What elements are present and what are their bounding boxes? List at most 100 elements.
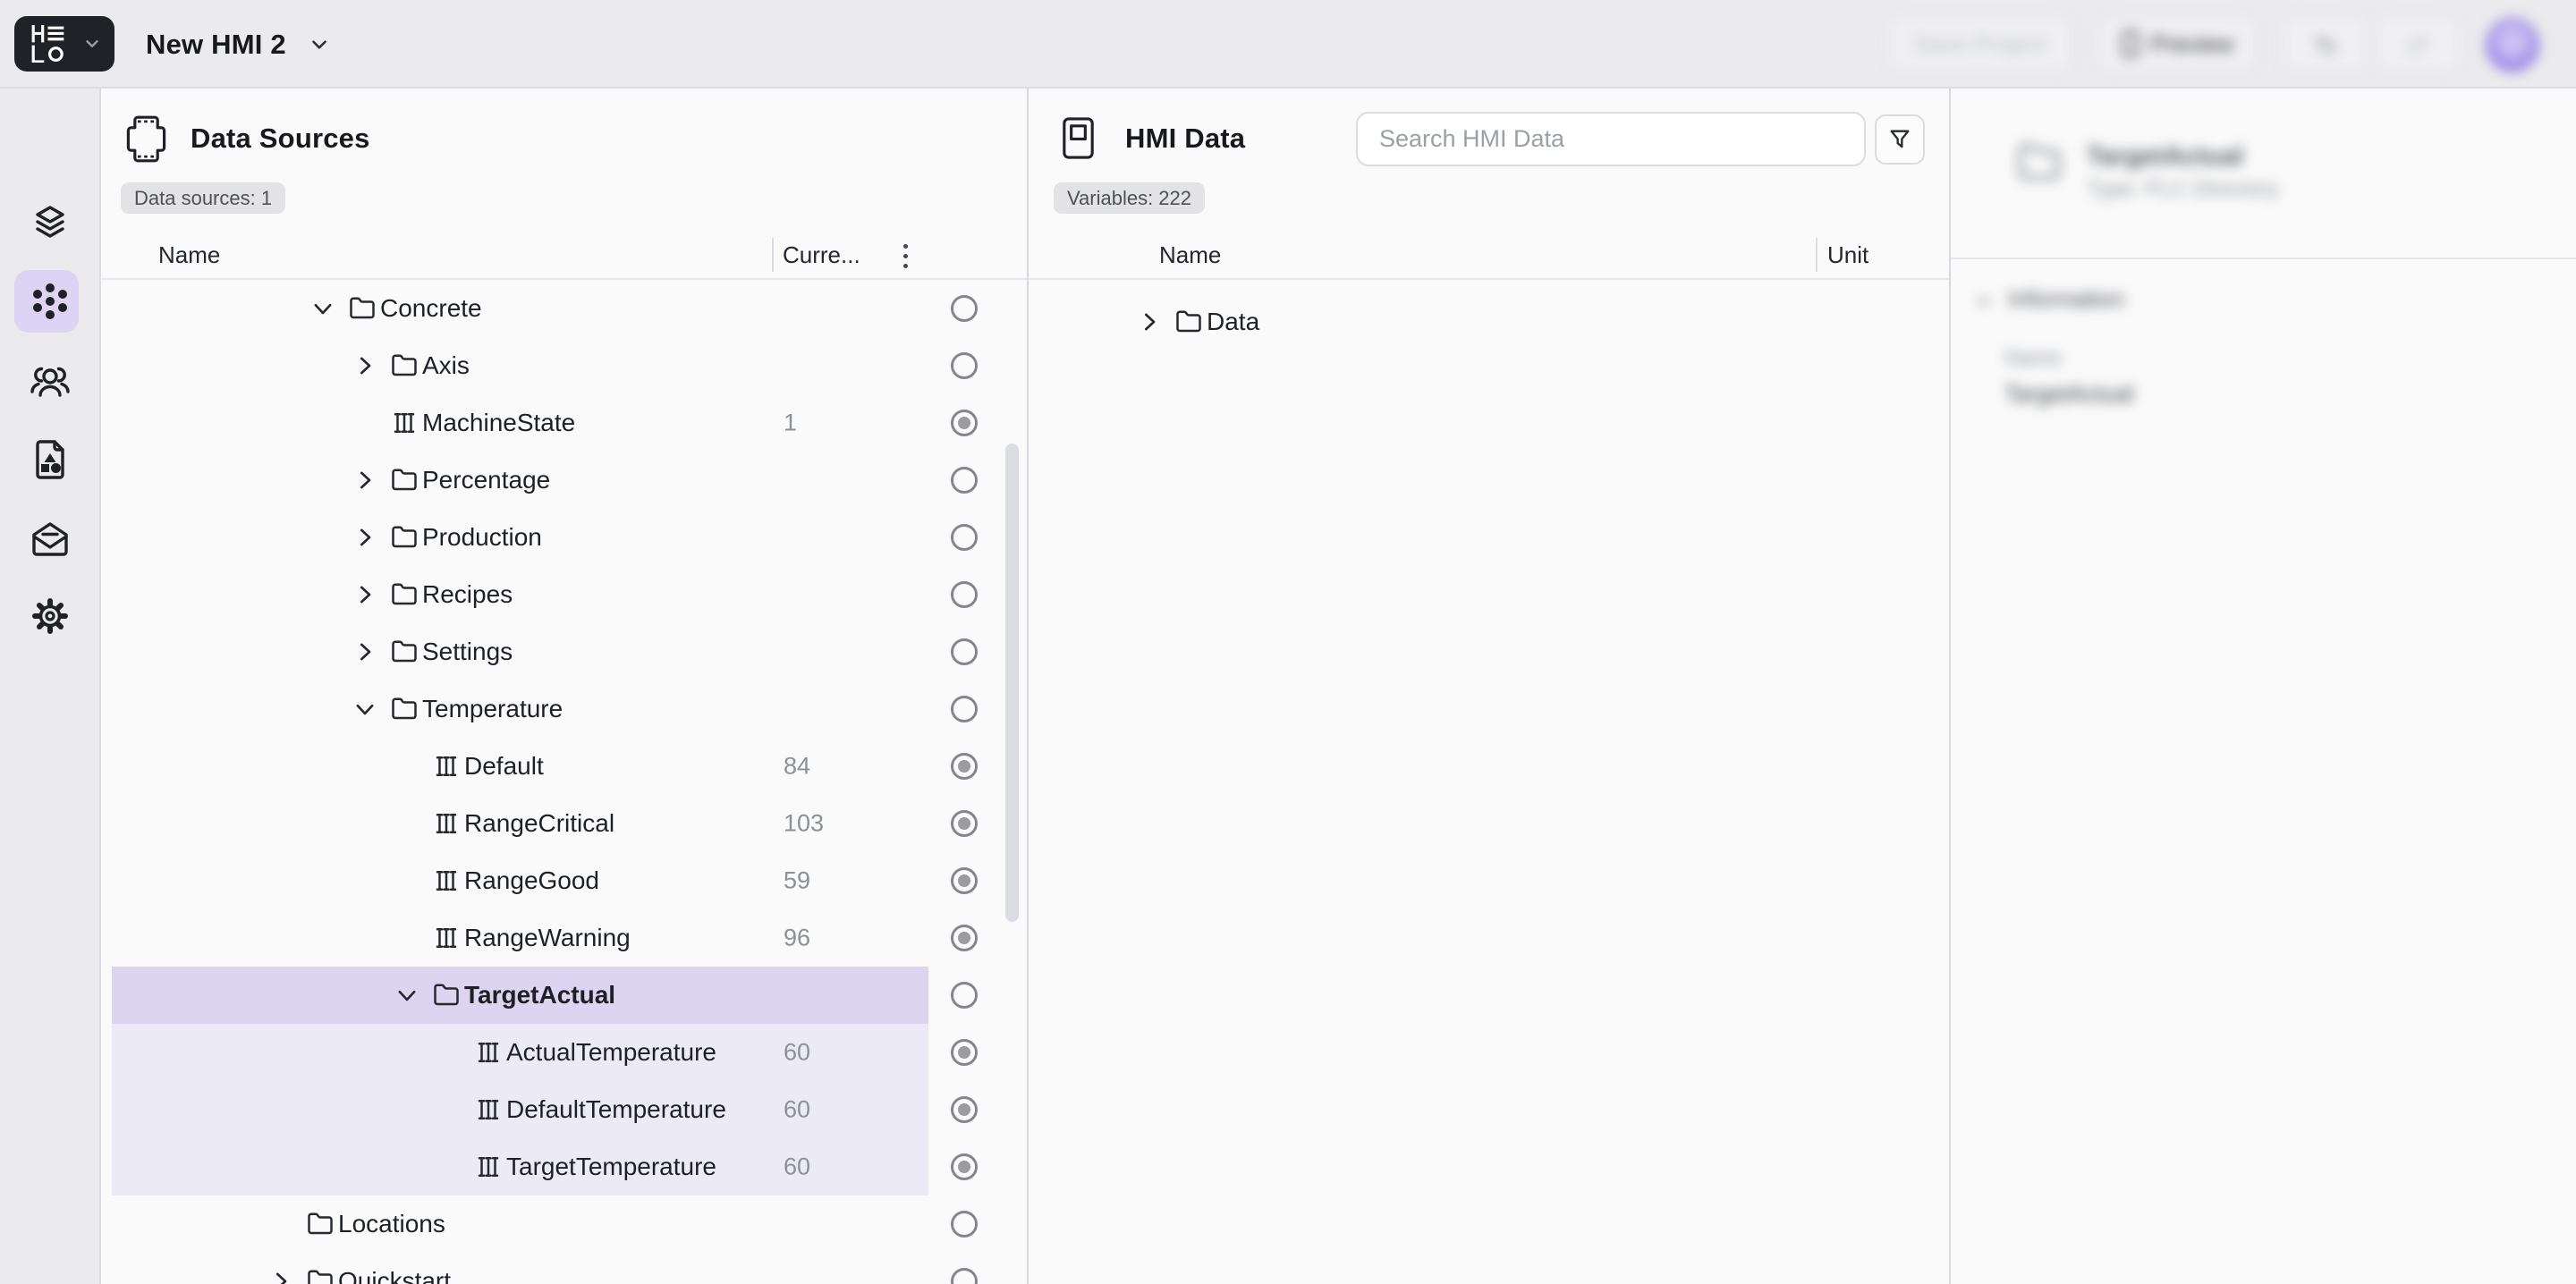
row-radio[interactable] bbox=[951, 696, 978, 722]
app-logo-menu[interactable] bbox=[14, 16, 114, 72]
row-type-icon bbox=[391, 524, 418, 551]
tree-row[interactable]: DefaultTemperature 60 bbox=[101, 1081, 1027, 1138]
tree-row[interactable]: Temperature bbox=[101, 680, 1027, 738]
folder-icon bbox=[391, 638, 418, 665]
column-resizer[interactable] bbox=[1816, 238, 1818, 272]
row-radio[interactable] bbox=[951, 524, 978, 551]
expand-chevron-icon[interactable] bbox=[352, 524, 378, 551]
row-current-value: 84 bbox=[784, 753, 810, 781]
settings-gear-icon[interactable] bbox=[29, 595, 72, 638]
expand-chevron-icon[interactable] bbox=[394, 753, 420, 780]
user-avatar[interactable] bbox=[2486, 18, 2539, 72]
expand-chevron-icon[interactable] bbox=[267, 1268, 294, 1284]
row-label: ActualTemperature bbox=[506, 1038, 716, 1067]
tree-row[interactable]: Default 84 bbox=[101, 738, 1027, 795]
preview-button[interactable]: Preview bbox=[2098, 16, 2256, 72]
expand-chevron-icon[interactable] bbox=[352, 467, 378, 494]
column-name: Name bbox=[1159, 241, 1221, 269]
tree-row[interactable]: TargetActual bbox=[101, 967, 1027, 1024]
row-type-icon bbox=[349, 295, 376, 322]
undo-button[interactable] bbox=[2283, 16, 2368, 72]
tree-row[interactable]: Percentage bbox=[101, 452, 1027, 509]
expand-chevron-icon[interactable] bbox=[352, 696, 378, 722]
hmi-data-column-header: Name Unit bbox=[1029, 231, 1949, 280]
row-radio[interactable] bbox=[951, 1096, 978, 1123]
mail-icon[interactable] bbox=[29, 517, 72, 560]
row-radio[interactable] bbox=[951, 867, 978, 894]
row-type-icon bbox=[307, 1211, 334, 1238]
expand-chevron-icon[interactable] bbox=[394, 867, 420, 894]
data-sources-panel: Data Sources Data sources: 1 Name Curre.… bbox=[101, 89, 1027, 1284]
row-radio[interactable] bbox=[951, 295, 978, 322]
variable-icon bbox=[475, 1153, 502, 1180]
expand-chevron-icon[interactable] bbox=[352, 352, 378, 379]
expand-chevron-icon[interactable] bbox=[394, 982, 420, 1009]
row-radio[interactable] bbox=[951, 638, 978, 665]
tree-row[interactable]: RangeCritical 103 bbox=[101, 795, 1027, 852]
expand-chevron-icon[interactable] bbox=[436, 1039, 462, 1066]
row-radio[interactable] bbox=[951, 925, 978, 951]
tree-scrollbar[interactable] bbox=[1005, 443, 1019, 922]
row-radio[interactable] bbox=[951, 810, 978, 837]
filter-funnel-icon bbox=[1887, 127, 1912, 152]
expand-chevron-icon[interactable] bbox=[267, 1211, 294, 1238]
expand-chevron-icon[interactable] bbox=[436, 1096, 462, 1123]
device-preview-icon bbox=[2121, 30, 2140, 57]
tree-row[interactable]: Recipes bbox=[101, 566, 1027, 623]
row-radio[interactable] bbox=[951, 1268, 978, 1284]
row-radio[interactable] bbox=[951, 1211, 978, 1238]
row-radio[interactable] bbox=[951, 352, 978, 379]
workspace-panels: Data Sources Data sources: 1 Name Curre.… bbox=[101, 89, 2576, 1284]
expand-chevron-icon[interactable] bbox=[352, 638, 378, 665]
tree-row[interactable]: TargetTemperature 60 bbox=[101, 1138, 1027, 1195]
column-options-kebab-icon[interactable] bbox=[892, 238, 919, 274]
tree-row[interactable]: MachineState 1 bbox=[101, 394, 1027, 452]
row-current-value: 59 bbox=[784, 867, 810, 895]
hmi-search-input[interactable] bbox=[1356, 112, 1866, 166]
row-radio[interactable] bbox=[951, 1153, 978, 1180]
filter-button[interactable] bbox=[1875, 114, 1925, 165]
expand-chevron-icon[interactable] bbox=[309, 295, 336, 322]
tree-row[interactable]: Axis bbox=[101, 337, 1027, 394]
tree-row[interactable]: Concrete bbox=[101, 280, 1027, 337]
section-chevron-icon[interactable] bbox=[1972, 290, 1996, 313]
row-type-icon bbox=[433, 982, 460, 1009]
column-resizer[interactable] bbox=[772, 238, 774, 272]
layers-icon[interactable] bbox=[29, 202, 72, 245]
undo-icon bbox=[2313, 31, 2338, 56]
information-section-header[interactable]: Information bbox=[2008, 285, 2124, 313]
tree-row[interactable]: Quickstart bbox=[101, 1253, 1027, 1284]
row-radio[interactable] bbox=[951, 581, 978, 608]
row-type-icon bbox=[391, 696, 418, 722]
row-radio[interactable] bbox=[951, 982, 978, 1009]
row-radio[interactable] bbox=[951, 1039, 978, 1066]
tree-row[interactable]: Production bbox=[101, 509, 1027, 566]
nodes-dots-icon[interactable] bbox=[29, 280, 72, 323]
tree-row[interactable]: RangeGood 59 bbox=[101, 852, 1027, 909]
tree-row[interactable]: Settings bbox=[101, 623, 1027, 680]
row-radio[interactable] bbox=[951, 467, 978, 494]
expand-chevron-icon[interactable] bbox=[352, 410, 378, 436]
asset-file-icon[interactable] bbox=[29, 438, 72, 481]
expand-chevron-icon[interactable] bbox=[436, 1153, 462, 1180]
expand-chevron-icon[interactable] bbox=[394, 810, 420, 837]
users-icon[interactable] bbox=[29, 360, 72, 403]
redo-button[interactable] bbox=[2375, 16, 2460, 72]
expand-chevron-icon[interactable] bbox=[1136, 308, 1163, 335]
row-radio[interactable] bbox=[951, 410, 978, 436]
tree-row[interactable]: Data bbox=[1029, 293, 1949, 351]
row-label: DefaultTemperature bbox=[506, 1095, 726, 1124]
tree-row[interactable]: RangeWarning 96 bbox=[101, 909, 1027, 967]
preview-label: Preview bbox=[2151, 30, 2233, 58]
tree-row[interactable]: Locations bbox=[101, 1195, 1027, 1253]
row-label: Concrete bbox=[380, 294, 482, 323]
project-switcher[interactable]: New HMI 2 bbox=[146, 0, 331, 89]
row-current-value: 60 bbox=[784, 1039, 810, 1067]
row-current-value: 60 bbox=[784, 1096, 810, 1124]
save-project-button[interactable]: Save Project bbox=[1888, 16, 2072, 72]
expand-chevron-icon[interactable] bbox=[394, 925, 420, 951]
expand-chevron-icon[interactable] bbox=[352, 581, 378, 608]
row-type-icon bbox=[391, 581, 418, 608]
row-radio[interactable] bbox=[951, 753, 978, 780]
tree-row[interactable]: ActualTemperature 60 bbox=[101, 1024, 1027, 1081]
